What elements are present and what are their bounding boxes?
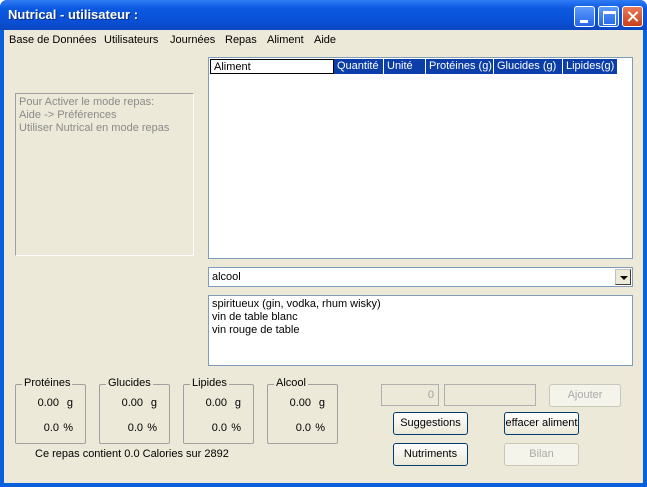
menu-journees[interactable]: Journées — [170, 34, 215, 46]
nutrient-group-alcool: Alcool 0.00 g 0.0 % — [267, 377, 338, 444]
info-line: Pour Activer le mode repas: — [19, 96, 155, 108]
food-list[interactable]: spiritueux (gin, vodka, rhum wisky) vin … — [208, 295, 633, 366]
list-item[interactable]: vin rouge de table — [212, 324, 629, 337]
chevron-down-icon[interactable] — [615, 269, 631, 285]
nutrient-unit: g — [150, 397, 157, 409]
column-header-lipides[interactable]: Lipides(g) — [563, 59, 618, 74]
nutrient-unit: g — [234, 397, 241, 409]
quantity-input[interactable]: 0 — [381, 384, 439, 406]
column-header-aliment[interactable]: Aliment — [210, 59, 334, 74]
report-button[interactable]: Bilan — [504, 443, 579, 466]
nutrient-percent: 0.0 — [295, 422, 311, 434]
column-header-proteines[interactable]: Protéines (g) — [426, 59, 494, 74]
maximize-button[interactable] — [598, 6, 619, 27]
food-category-value: alcool — [212, 271, 241, 283]
menu-aliment[interactable]: Aliment — [267, 34, 304, 46]
column-header-quantite[interactable]: Quantité — [334, 59, 384, 74]
minimize-button[interactable] — [574, 6, 595, 27]
menu-base-de-donnees[interactable]: Base de Données — [9, 34, 96, 46]
nutrient-percent-unit: % — [315, 422, 325, 434]
quantity-value: 0 — [427, 389, 434, 401]
table-header: Aliment Quantité Unité Protéines (g) Glu… — [210, 59, 618, 74]
column-header-glucides[interactable]: Glucides (g) — [494, 59, 563, 74]
list-item[interactable]: vin de table blanc — [212, 311, 629, 324]
nutrient-percent: 0.0 — [43, 422, 59, 434]
add-button[interactable]: Ajouter — [549, 384, 621, 407]
food-category-select[interactable]: alcool — [208, 267, 633, 287]
nutrient-group-title: Lipides — [190, 377, 229, 389]
nutrient-group-glucides: Glucides 0.00 g 0.0 % — [99, 377, 170, 444]
title-bar[interactable]: Nutrical - utilisateur : — [0, 0, 647, 30]
calorie-summary: Ce repas contient 0.0 Calories sur 2892 — [35, 448, 229, 460]
nutrient-group-title: Protéines — [22, 377, 73, 389]
delete-food-button[interactable]: effacer aliment — [504, 412, 579, 435]
nutrient-amount: 0.00 — [289, 397, 311, 409]
info-line: Aide -> Préférences — [19, 109, 117, 121]
window-title: Nutrical - utilisateur : — [8, 7, 139, 22]
menu-utilisateurs[interactable]: Utilisateurs — [104, 34, 158, 46]
nutrient-percent: 0.0 — [211, 422, 227, 434]
meal-mode-info-box: Pour Activer le mode repas: Aide -> Préf… — [15, 93, 194, 256]
unit-input[interactable] — [444, 384, 536, 406]
nutrient-unit: g — [318, 397, 325, 409]
nutrient-group-proteines: Protéines 0.00 g 0.0 % — [15, 377, 86, 444]
nutrient-amount: 0.00 — [121, 397, 143, 409]
meal-food-table[interactable]: Aliment Quantité Unité Protéines (g) Glu… — [208, 57, 633, 259]
menu-repas[interactable]: Repas — [225, 34, 257, 46]
column-header-unite[interactable]: Unité — [384, 59, 426, 74]
suggestions-button[interactable]: Suggestions — [393, 412, 468, 435]
nutrient-percent: 0.0 — [127, 422, 143, 434]
menu-aide[interactable]: Aide — [314, 34, 336, 46]
nutrient-group-title: Glucides — [106, 377, 153, 389]
nutrient-group-title: Alcool — [274, 377, 308, 389]
list-item[interactable]: spiritueux (gin, vodka, rhum wisky) — [212, 298, 629, 311]
menu-bar: Base de Données Utilisateurs Journées Re… — [4, 30, 643, 50]
nutrient-amount: 0.00 — [205, 397, 227, 409]
nutrients-button[interactable]: Nutriments — [393, 443, 468, 466]
nutrient-percent-unit: % — [63, 422, 73, 434]
info-line: Utiliser Nutrical en mode repas — [19, 122, 170, 134]
app-window: Nutrical - utilisateur : Base de Données… — [0, 0, 647, 487]
nutrient-percent-unit: % — [147, 422, 157, 434]
nutrient-amount: 0.00 — [37, 397, 59, 409]
client-area: Base de Données Utilisateurs Journées Re… — [4, 30, 643, 483]
close-button[interactable] — [622, 6, 643, 27]
nutrient-unit: g — [66, 397, 73, 409]
nutrient-percent-unit: % — [231, 422, 241, 434]
nutrient-group-lipides: Lipides 0.00 g 0.0 % — [183, 377, 254, 444]
